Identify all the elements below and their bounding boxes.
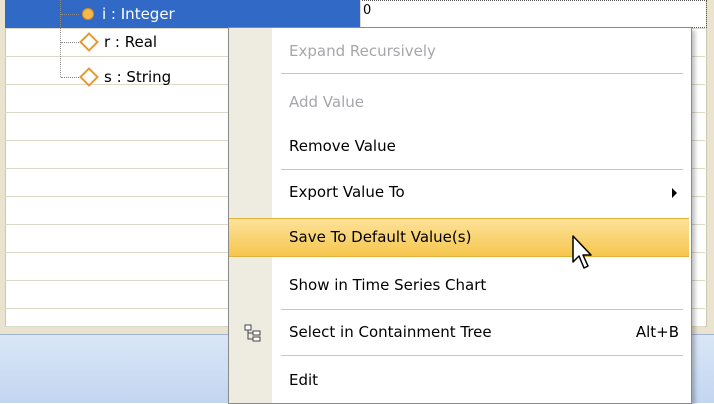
diamond-icon	[79, 32, 99, 52]
tree-node-label: i : Integer	[102, 5, 175, 23]
menu-item-export-value-to[interactable]: Export Value To	[229, 174, 691, 211]
menu-item-label: Edit	[289, 371, 319, 389]
mouse-pointer-icon	[572, 235, 592, 269]
menu-item-label: Save To Default Value(s)	[289, 228, 472, 246]
menu-separator	[281, 73, 683, 74]
tree-node-r[interactable]: r : Real	[79, 30, 158, 54]
diamond-icon	[79, 67, 99, 87]
menu-separator	[281, 169, 683, 170]
menu-item-label: Add Value	[289, 93, 364, 111]
menu-item-select-in-containment-tree[interactable]: Select in Containment Tree Alt+B	[229, 314, 691, 351]
tree-node-s[interactable]: s : String	[79, 65, 172, 89]
menu-item-shortcut: Alt+B	[635, 323, 679, 341]
tree-connector	[61, 14, 79, 15]
tree-connector	[61, 42, 79, 43]
menu-item-edit[interactable]: Edit	[229, 362, 691, 399]
value-cell[interactable]: 0	[360, 0, 707, 28]
menu-item-save-to-default-values[interactable]: Save To Default Value(s)	[229, 218, 689, 257]
selected-row-highlight	[5, 0, 360, 28]
tree-node-label: s : String	[104, 68, 172, 86]
menu-separator	[281, 355, 683, 356]
submenu-arrow-icon	[672, 188, 677, 198]
tree-node-i[interactable]: i : Integer	[82, 2, 175, 26]
menu-separator	[281, 309, 683, 310]
menu-item-label: Remove Value	[289, 137, 396, 155]
value-cell-text: 0	[363, 3, 372, 18]
tree-node-label: r : Real	[104, 33, 158, 51]
tree-connector	[60, 0, 61, 77]
menu-item-label: Expand Recursively	[289, 42, 436, 60]
menu-item-label: Select in Containment Tree	[289, 323, 492, 341]
menu-item-remove-value[interactable]: Remove Value	[229, 128, 691, 165]
menu-item-show-in-time-series-chart[interactable]: Show in Time Series Chart	[229, 267, 691, 304]
context-menu: Expand Recursively Add Value Remove Valu…	[228, 27, 692, 404]
menu-item-expand-recursively[interactable]: Expand Recursively	[229, 33, 691, 70]
menu-item-add-value[interactable]: Add Value	[229, 84, 691, 121]
menu-item-label: Show in Time Series Chart	[289, 276, 487, 294]
tree-connector	[61, 77, 79, 78]
containment-tree-icon	[244, 324, 261, 342]
menu-item-label: Export Value To	[289, 183, 405, 201]
filled-circle-icon	[82, 8, 94, 20]
